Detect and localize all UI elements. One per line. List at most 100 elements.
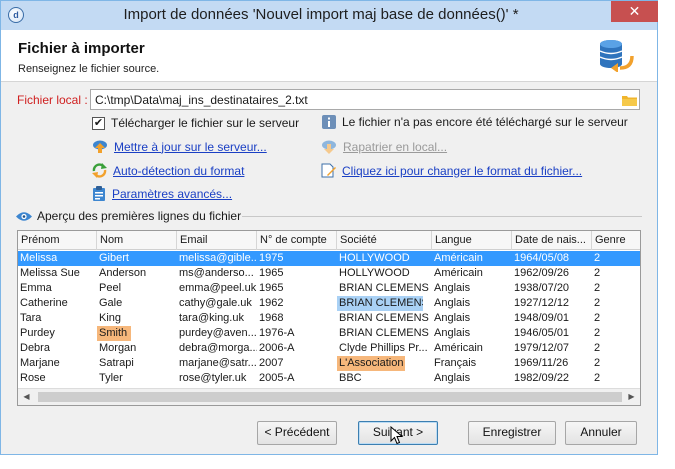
table-row[interactable]: Purdey Smith purdey@aven... 1976-A BRIAN CLE…: [18, 326, 640, 341]
eye-icon: [16, 211, 32, 221]
change-format-label: Cliquez ici pour changer le format du fi…: [342, 163, 583, 178]
cancel-button[interactable]: Annuler: [565, 421, 637, 445]
scroll-right-button[interactable]: ▶: [623, 389, 640, 405]
upload-option[interactable]: ✔ Télécharger le fichier sur le serveur: [92, 116, 299, 130]
step-title: Fichier à importer: [18, 40, 145, 57]
table-cell: ms@anderso...: [179, 267, 254, 279]
column-header[interactable]: Genre: [592, 231, 640, 250]
refresh-icon: [92, 163, 107, 178]
table-row[interactable]: Emma Peel emma@peel.uk 1965 BRIAN CLEMENS Ang…: [18, 281, 640, 296]
advanced-params-link[interactable]: Paramètres avancés...: [92, 186, 232, 201]
table-cell: HOLLYWOOD: [339, 252, 410, 264]
table-cell: Morgan: [99, 342, 137, 354]
local-file-field[interactable]: C:\tmp\Data\maj_ins_destinataires_2.txt: [90, 89, 640, 110]
table-cell: 2005-A: [259, 372, 295, 384]
preview-section-title: Aperçu des premières lignes du fichier: [16, 209, 241, 223]
table-cell: Anglais: [434, 372, 471, 384]
table-cell: 2007: [259, 357, 284, 369]
column-header[interactable]: Prénom: [18, 231, 97, 250]
update-server-link[interactable]: Mettre à jour sur le serveur...: [92, 139, 267, 154]
column-header[interactable]: N° de compte: [257, 231, 337, 250]
table-cell: 1969/11/26: [514, 357, 569, 369]
save-button[interactable]: Enregistrer: [468, 421, 556, 445]
table-cell: 1948/09/01: [514, 312, 570, 324]
table-cell: 1962/09/26: [514, 267, 570, 279]
background-strip: [658, 0, 675, 469]
table-cell: Smith: [97, 326, 131, 341]
table-cell: Américain: [434, 342, 483, 354]
table-cell: BBC: [339, 372, 362, 384]
table-cell: King: [99, 312, 122, 324]
table-cell: 2: [594, 372, 601, 384]
local-file-label: Fichier local :: [17, 93, 88, 107]
scroll-thumb[interactable]: [38, 392, 622, 402]
table-cell: Purdey: [20, 327, 55, 339]
title-bar[interactable]: d Import de données 'Nouvel import maj b…: [1, 1, 658, 30]
column-header[interactable]: Société: [337, 231, 432, 250]
folder-icon: [621, 95, 637, 106]
table-cell: 1982/09/22: [514, 372, 570, 384]
table-cell: Tyler: [99, 372, 123, 384]
table-cell: BRIAN CLEMENS: [337, 296, 423, 311]
table-cell: Melissa: [20, 252, 58, 264]
close-button[interactable]: ✕: [611, 1, 658, 22]
upload-status-info: Le fichier n'a pas encore été téléchargé…: [322, 115, 628, 129]
browse-folder-button[interactable]: [620, 91, 638, 108]
auto-detect-label: Auto-détection du format: [113, 163, 245, 178]
table-cell: HOLLYWOOD: [339, 267, 410, 279]
table-cell: BRIAN CLEMENS: [339, 327, 429, 339]
table-cell: tara@king.uk: [179, 312, 244, 324]
table-row[interactable]: Debra Morgan debra@morga... 2006-A Clyde Phi…: [18, 341, 640, 356]
clipboard-icon: [93, 186, 105, 201]
background-strip: [0, 455, 675, 469]
preview-grid[interactable]: Prénom Nom Email N° de compte Société Langue D…: [17, 230, 641, 406]
app-icon: d: [8, 7, 24, 23]
table-cell: Français: [434, 357, 477, 369]
table-cell: Satrapi: [99, 357, 134, 369]
column-header[interactable]: Langue: [432, 231, 512, 250]
table-cell: Anglais: [434, 312, 471, 324]
table-cell: BRIAN CLEMENS: [339, 312, 429, 324]
horizontal-scrollbar[interactable]: ◀ ▶: [18, 388, 640, 405]
import-dialog: d Import de données 'Nouvel import maj b…: [0, 0, 658, 455]
previous-button[interactable]: < Précédent: [257, 421, 337, 445]
column-header[interactable]: Nom: [97, 231, 177, 250]
upload-checkbox[interactable]: ✔: [92, 116, 105, 130]
table-cell: Gale: [99, 297, 123, 309]
column-header[interactable]: Email: [177, 231, 257, 250]
table-cell: 1975: [259, 252, 284, 264]
grid-header: Prénom Nom Email N° de compte Société Langue D…: [18, 231, 640, 250]
wizard-header: Fichier à importer Renseignez le fichier…: [1, 30, 657, 82]
table-cell: 1946/05/01: [514, 327, 570, 339]
table-cell: 2: [594, 297, 601, 309]
table-cell: 1979/12/07: [514, 342, 570, 354]
scroll-left-button[interactable]: ◀: [18, 389, 35, 405]
table-cell: 2: [594, 252, 601, 264]
table-cell: Rose: [20, 372, 46, 384]
auto-detect-link[interactable]: Auto-détection du format: [92, 163, 244, 178]
table-cell: Anglais: [434, 327, 471, 339]
table-cell: Anglais: [434, 282, 471, 294]
table-cell: 2: [594, 357, 601, 369]
table-cell: cathy@gale.uk: [179, 297, 252, 309]
table-cell: 2: [594, 342, 601, 354]
preview-title-label: Aperçu des premières lignes du fichier: [37, 209, 242, 223]
column-header[interactable]: Date de nais...: [512, 231, 592, 250]
table-row[interactable]: Marjane Satrapi marjane@satr... 2007 L'Assoc…: [18, 356, 640, 371]
upload-status-text: Le fichier n'a pas encore été téléchargé…: [342, 115, 628, 129]
table-cell: rose@tyler.uk: [179, 372, 247, 384]
info-icon: [322, 115, 336, 129]
table-row[interactable]: Catherine Gale cathy@gale.uk 1962 BRIAN CLEM…: [18, 296, 640, 311]
table-row[interactable]: Tara King tara@king.uk 1968 BRIAN CLEMENS Ang…: [18, 311, 640, 326]
table-row[interactable]: Melissa Sue Anderson ms@anderso... 1965 HOLL…: [18, 266, 640, 281]
table-cell: Américain: [434, 252, 483, 264]
change-format-link[interactable]: Cliquez ici pour changer le format du fi…: [321, 163, 582, 178]
table-row[interactable]: Melissa Gibert melissa@gible... 1975 HOLLYWO…: [18, 251, 640, 266]
table-row[interactable]: Rose Tyler rose@tyler.uk 2005-A BBC Anglais 19…: [18, 371, 640, 386]
table-cell: 1964/05/08: [514, 252, 570, 264]
table-cell: Catherine: [20, 297, 68, 309]
table-cell: 1976-A: [259, 327, 295, 339]
cloud-download-icon: [322, 140, 336, 154]
table-cell: BRIAN CLEMENS: [339, 282, 429, 294]
section-divider: [242, 216, 642, 217]
